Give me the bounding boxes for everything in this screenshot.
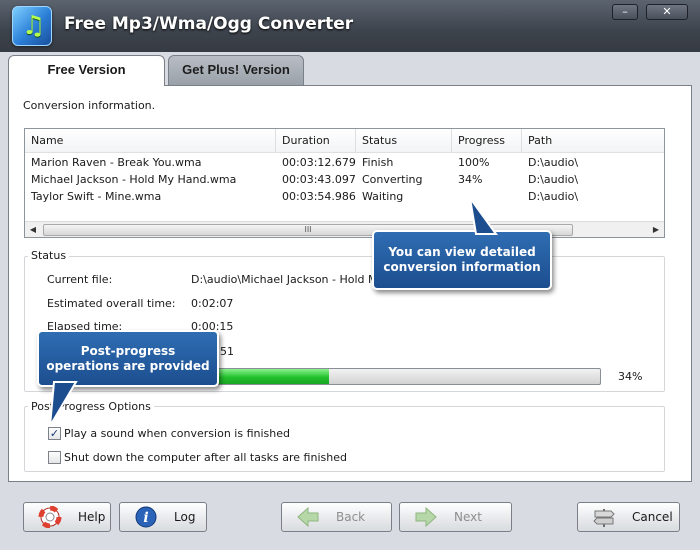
log-button-label: Log	[174, 510, 196, 524]
conversion-table: Name Duration Status Progress Path Mario…	[24, 128, 665, 238]
estimated-time-label: Estimated overall time:	[47, 297, 176, 310]
cell-name: Marion Raven - Break You.wma	[31, 156, 202, 169]
cell-status: Finish	[362, 156, 394, 169]
tooltip-view-conversion-info: You can view detailed conversion informa…	[372, 230, 552, 290]
scroll-left-icon[interactable]: ◀	[25, 222, 41, 238]
tab-free-version[interactable]: Free Version	[8, 55, 165, 86]
horizontal-scrollbar[interactable]: ◀ III ▶	[25, 221, 664, 237]
back-button[interactable]: Back	[281, 502, 392, 532]
cell-duration: 00:03:12.679	[282, 156, 356, 169]
cancel-button[interactable]: Cancel	[577, 502, 680, 532]
scroll-right-icon[interactable]: ▶	[648, 222, 664, 238]
table-row[interactable]: Marion Raven - Break You.wma 00:03:12.67…	[25, 154, 664, 171]
table-header: Name Duration Status Progress Path	[25, 129, 664, 153]
table-row[interactable]: Taylor Swift - Mine.wma 00:03:54.986 Wai…	[25, 188, 664, 205]
remaining-time-value: 51	[220, 345, 234, 358]
cell-path: D:\audio\	[528, 173, 579, 186]
cell-progress: 34%	[458, 173, 483, 186]
cell-name: Michael Jackson - Hold My Hand.wma	[31, 173, 237, 186]
arrow-left-icon	[297, 506, 319, 528]
back-button-label: Back	[336, 510, 366, 524]
tab-get-plus-version[interactable]: Get Plus! Version	[168, 55, 304, 85]
cell-name: Taylor Swift - Mine.wma	[31, 190, 162, 203]
play-sound-label[interactable]: Play a sound when conversion is finished	[64, 427, 290, 440]
cell-status: Converting	[362, 173, 423, 186]
cancel-button-label: Cancel	[632, 510, 673, 524]
minimize-button[interactable]: –	[612, 4, 638, 20]
callout-text: operations are provided	[46, 358, 210, 373]
shutdown-label[interactable]: Shut down the computer after all tasks a…	[64, 451, 347, 464]
log-button[interactable]: i Log	[119, 502, 207, 532]
help-button-label: Help	[78, 510, 106, 524]
callout-pointer-icon	[49, 381, 78, 427]
signpost-icon	[593, 509, 615, 527]
progress-percent: 34%	[618, 370, 643, 383]
callout-pointer-icon	[469, 197, 498, 235]
next-button[interactable]: Next	[399, 502, 512, 532]
title-bar: ♫ Free Mp3/Wma/Ogg Converter – ✕	[0, 0, 700, 52]
info-icon: i	[135, 506, 157, 528]
column-header-duration[interactable]: Duration	[276, 129, 356, 153]
callout-text: Post-progress	[80, 343, 176, 358]
column-header-path[interactable]: Path	[522, 129, 664, 153]
estimated-time-value: 0:02:07	[191, 297, 234, 310]
cell-status: Waiting	[362, 190, 404, 203]
conversion-info-heading: Conversion information.	[23, 99, 156, 112]
column-header-name[interactable]: Name	[25, 129, 276, 153]
lifebuoy-icon	[38, 506, 62, 528]
shutdown-checkbox[interactable]	[48, 451, 61, 464]
callout-text: You can view detailed	[388, 245, 536, 259]
window-title: Free Mp3/Wma/Ogg Converter	[64, 14, 354, 34]
column-header-progress[interactable]: Progress	[452, 129, 522, 153]
cell-path: D:\audio\	[528, 156, 579, 169]
play-sound-checkbox[interactable]: ✓	[48, 427, 61, 440]
app-music-icon: ♫	[12, 6, 52, 46]
current-file-value: D:\audio\Michael Jackson - Hold My H	[191, 273, 396, 286]
callout-text: conversion information	[383, 260, 541, 274]
status-legend: Status	[28, 249, 70, 262]
next-button-label: Next	[454, 510, 482, 524]
column-header-status[interactable]: Status	[356, 129, 452, 153]
svg-text:i: i	[143, 510, 148, 526]
help-button[interactable]: Help	[23, 502, 111, 532]
cell-duration: 00:03:54.986	[282, 190, 356, 203]
current-file-label: Current file:	[47, 273, 113, 286]
table-row[interactable]: Michael Jackson - Hold My Hand.wma 00:03…	[25, 171, 664, 188]
overall-progress-bar	[188, 368, 601, 385]
arrow-right-icon	[415, 506, 437, 528]
cell-path: D:\audio\	[528, 190, 579, 203]
close-button[interactable]: ✕	[646, 4, 688, 20]
cell-duration: 00:03:43.097	[282, 173, 356, 186]
cell-progress: 100%	[458, 156, 490, 169]
